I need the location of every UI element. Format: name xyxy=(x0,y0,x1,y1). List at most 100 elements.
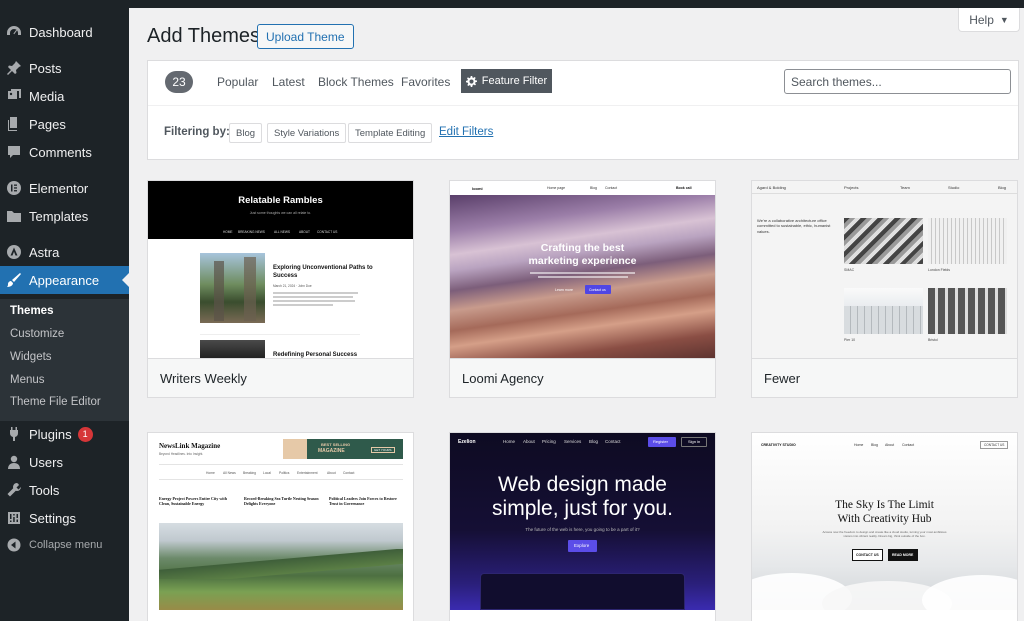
filter-chip-blog[interactable]: Blog xyxy=(229,123,263,143)
tab-latest[interactable]: Latest xyxy=(272,75,305,89)
dashboard-icon xyxy=(0,24,28,40)
submenu-item-themes[interactable]: Themes xyxy=(10,305,53,317)
theme-card-loomi-agency[interactable]: loomi Home page Blog Contact Book call C… xyxy=(449,180,716,398)
sidebar-item-elementor[interactable]: Elementor xyxy=(0,174,129,202)
submenu-item-menus[interactable]: Menus xyxy=(10,374,45,386)
astra-icon xyxy=(0,244,28,260)
preview-logo: CREATIVITY STUDIO xyxy=(761,443,796,447)
tab-popular[interactable]: Popular xyxy=(217,75,258,89)
preview-building-photo xyxy=(928,218,1007,264)
sidebar-item-label: Posts xyxy=(29,60,62,76)
preview-nav: BREAKING NEWS xyxy=(238,230,265,234)
divider xyxy=(148,105,1018,106)
preview-button-label: READ MORE xyxy=(892,553,914,557)
comment-icon xyxy=(0,144,28,160)
preview-headline: Political Leaders Join Forces to Restore… xyxy=(329,496,397,507)
submenu-item-theme-file-editor[interactable]: Theme File Editor xyxy=(10,396,101,408)
preview-nav: Breaking xyxy=(243,471,257,475)
preview-site-title: Relatable Rambles xyxy=(238,195,323,206)
preview-nav: All News xyxy=(223,471,236,475)
preview-nav: Services xyxy=(564,439,582,444)
sidebar-item-templates[interactable]: Templates xyxy=(0,202,129,230)
sidebar-item-pages[interactable]: Pages xyxy=(0,110,129,138)
preview-nav: Blog xyxy=(589,439,599,444)
preview-project-label: London Fields xyxy=(928,268,950,272)
preview-hero-sub: Access now the freedom to design and cre… xyxy=(822,530,947,539)
preview-nav: ALL NEWS xyxy=(274,230,291,234)
upload-theme-button[interactable]: Upload Theme xyxy=(257,24,354,49)
preview-button: Learn more xyxy=(555,288,573,292)
preview-nav: About xyxy=(885,443,895,447)
preview-nav: Studio xyxy=(948,185,960,190)
preview-brand: Agard & Bolding xyxy=(757,185,786,190)
theme-screenshot[interactable]: NewsLink Magazine Beyond Headlines. Into… xyxy=(148,433,413,610)
theme-screenshot[interactable]: Agard & Bolding Projects Team Studio Blo… xyxy=(752,181,1017,358)
gear-icon xyxy=(465,75,477,87)
preview-post-meta: March 21, 2024 · John Doe xyxy=(273,284,312,288)
preview-nav: Contact xyxy=(605,439,621,444)
preview-tagline: Beyond Headlines. Into Insight. xyxy=(159,452,204,456)
preview-nav: Contact xyxy=(343,471,355,475)
preview-site-title: NewsLink Magazine xyxy=(159,442,221,450)
caret-down-icon: ▼ xyxy=(999,14,1009,25)
sidebar-item-settings[interactable]: Settings xyxy=(0,504,129,532)
theme-card-fewer[interactable]: Agard & Bolding Projects Team Studio Blo… xyxy=(751,180,1018,398)
theme-card-writers-weekly[interactable]: Relatable Rambles Just some thoughts we … xyxy=(147,180,414,398)
sidebar-item-tools[interactable]: Tools xyxy=(0,476,129,504)
preview-nav: About xyxy=(523,439,535,444)
sidebar-item-users[interactable]: Users xyxy=(0,448,129,476)
sidebar-item-plugins[interactable]: Plugins 1 xyxy=(0,420,129,448)
preview-nav: Blog xyxy=(590,186,598,190)
theme-card-newslink-magazine[interactable]: NewsLink Magazine Beyond Headlines. Into… xyxy=(147,432,414,621)
theme-name[interactable]: Loomi Agency xyxy=(450,358,715,397)
pages-icon xyxy=(0,116,28,132)
theme-name[interactable]: Fewer xyxy=(752,358,1017,397)
sidebar-item-posts[interactable]: Posts xyxy=(0,54,129,82)
preview-nav: Politics xyxy=(279,471,290,475)
theme-screenshot[interactable]: Ezelion Home About Pricing Services Blog… xyxy=(450,433,715,610)
sidebar-item-appearance[interactable]: Appearance xyxy=(0,266,129,294)
sidebar-item-label: Astra xyxy=(29,244,60,260)
filter-chip-template-editing[interactable]: Template Editing xyxy=(348,123,433,143)
sidebar-item-label: Plugins xyxy=(29,426,72,442)
user-icon xyxy=(0,454,28,470)
sidebar-item-dashboard[interactable]: Dashboard xyxy=(0,18,129,46)
feature-filter-button[interactable]: Feature Filter xyxy=(461,69,552,93)
collapse-icon xyxy=(0,537,28,553)
sidebar-item-media[interactable]: Media xyxy=(0,82,129,110)
preview-button-label: CONTACT US xyxy=(856,553,879,557)
sidebar-item-comments[interactable]: Comments xyxy=(0,138,129,166)
tab-block-themes[interactable]: Block Themes xyxy=(318,75,394,89)
sidebar-item-astra[interactable]: Astra xyxy=(0,238,129,266)
theme-card-ezelion[interactable]: Ezelion Home About Pricing Services Blog… xyxy=(449,432,716,621)
tab-favorites[interactable]: Favorites xyxy=(401,75,450,89)
preview-project-label: SMAC xyxy=(844,268,855,272)
filter-chip-style-variations[interactable]: Style Variations xyxy=(267,123,347,143)
sidebar-item-label: Settings xyxy=(29,510,76,526)
theme-screenshot[interactable]: Relatable Rambles Just some thoughts we … xyxy=(148,181,413,358)
preview-project-label: Pier 10 xyxy=(844,338,856,342)
submenu-item-widgets[interactable]: Widgets xyxy=(10,351,52,363)
preview-cta: Book call xyxy=(676,186,692,190)
theme-screenshot[interactable]: CREATIVITY STUDIO Home Blog About Contac… xyxy=(752,433,1017,610)
preview-nav: Team xyxy=(900,185,910,190)
submenu-item-customize[interactable]: Customize xyxy=(10,328,64,340)
theme-card-creativity-studio[interactable]: CREATIVITY STUDIO Home Blog About Contac… xyxy=(751,432,1018,621)
preview-nav: Blog xyxy=(998,185,1007,190)
preview-nav: Contact xyxy=(605,186,618,190)
edit-filters-link[interactable]: Edit Filters xyxy=(439,126,493,138)
theme-name[interactable]: Writers Weekly xyxy=(148,358,413,397)
theme-screenshot[interactable]: loomi Home page Blog Contact Book call C… xyxy=(450,181,715,358)
folder-icon xyxy=(0,208,28,224)
preview-nav: Home xyxy=(503,439,516,444)
help-tab-button[interactable]: Help ▼ xyxy=(958,8,1020,32)
media-icon xyxy=(0,88,28,104)
sidebar-item-label: Users xyxy=(29,454,63,470)
theme-filter-bar: 23 Popular Latest Block Themes Favorites… xyxy=(147,60,1019,160)
collapse-menu-button[interactable]: Collapse menu xyxy=(0,531,129,559)
search-themes-input[interactable] xyxy=(784,69,1011,94)
preview-device-mockup xyxy=(480,573,685,610)
sidebar-item-label: Elementor xyxy=(29,180,89,196)
preview-nav: Local xyxy=(263,471,271,475)
feature-filter-label: Feature Filter xyxy=(481,75,548,87)
